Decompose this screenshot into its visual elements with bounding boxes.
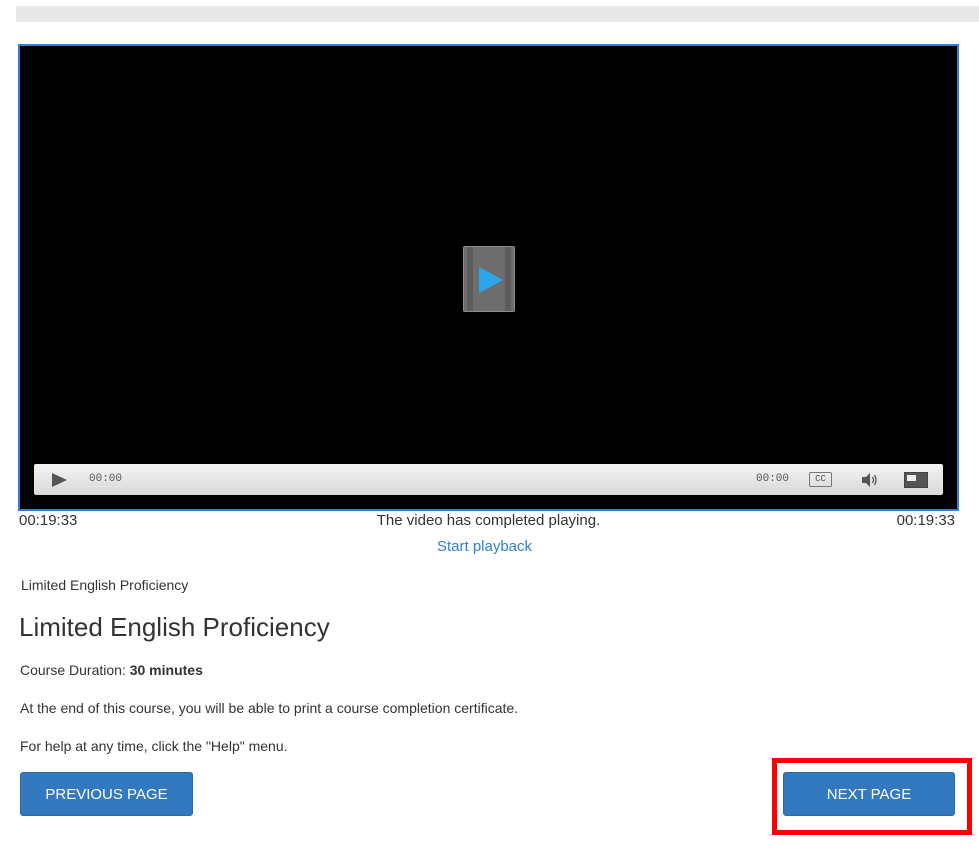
help-text: For help at any time, click the "Help" m… — [20, 738, 288, 754]
video-control-bar: 00:00 00:00 CC — [34, 464, 943, 495]
next-page-highlight — [772, 758, 972, 835]
duration-value: 30 minutes — [129, 662, 203, 678]
play-triangle — [479, 267, 503, 293]
fullscreen-icon-inner — [907, 475, 916, 481]
fullscreen-icon[interactable] — [904, 472, 928, 488]
video-player[interactable]: 00:00 00:00 CC — [18, 44, 959, 511]
current-time: 00:00 — [89, 473, 123, 485]
total-time: 00:19:33 — [896, 512, 955, 529]
volume-icon[interactable] — [860, 472, 880, 488]
course-duration: Course Duration: 30 minutes — [20, 662, 203, 678]
play-icon[interactable] — [463, 246, 515, 312]
playback-status: The video has completed playing. — [376, 512, 601, 529]
previous-page-button[interactable]: PREVIOUS PAGE — [20, 772, 193, 816]
page-title: Limited English Proficiency — [19, 612, 330, 642]
course-breadcrumb: Limited English Proficiency — [21, 577, 189, 593]
duration-label: Course Duration: — [20, 662, 126, 678]
play-icon[interactable] — [52, 473, 67, 487]
playback-status-row: 00:19:33 The video has completed playing… — [18, 512, 959, 532]
top-scroll-strip — [16, 6, 979, 22]
volume-icon-svg — [862, 473, 877, 487]
play-button-right-edge — [505, 247, 511, 311]
play-button-left-edge — [467, 247, 473, 311]
closed-captions-button[interactable]: CC — [809, 472, 832, 487]
certificate-text: At the end of this course, you will be a… — [20, 700, 519, 716]
start-playback-link[interactable]: Start playback — [0, 538, 969, 555]
duration-time: 00:00 — [756, 473, 790, 485]
